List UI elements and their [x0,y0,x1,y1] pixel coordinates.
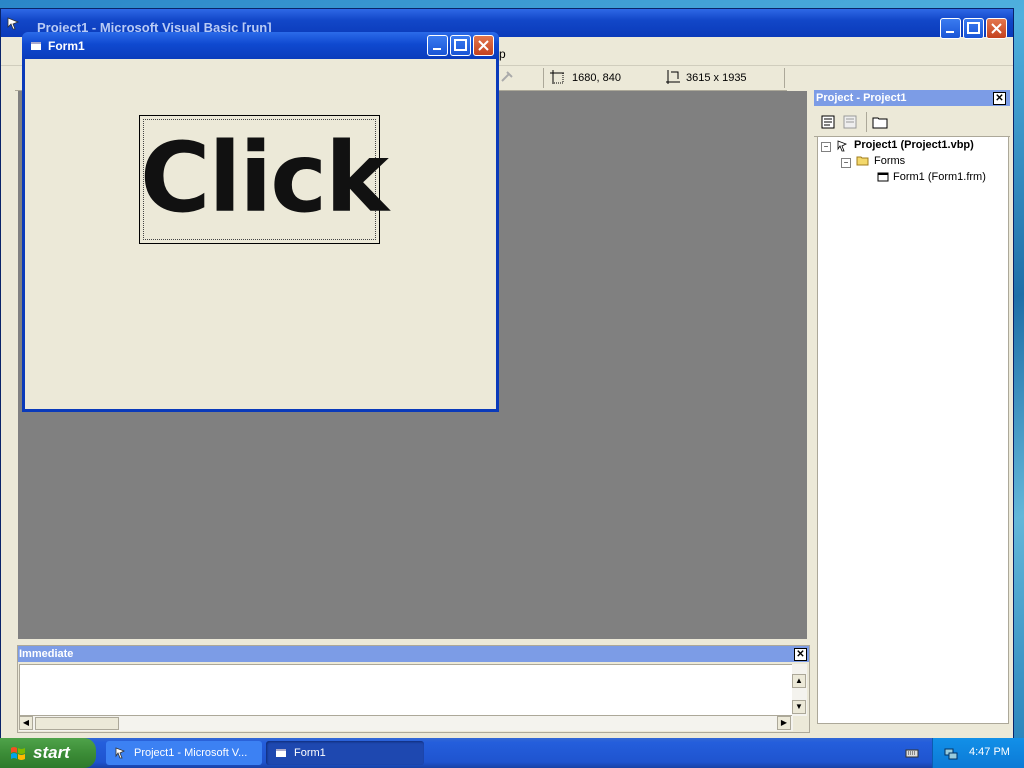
taskbar-item-vb[interactable]: Project1 - Microsoft V... [106,741,262,765]
form1-window: Form1 Click [22,32,499,412]
form-icon [31,42,41,50]
minimize-icon [946,31,954,33]
taskbar-item-label: Form1 [294,747,326,759]
start-label: start [33,743,70,762]
immediate-title: Immediate [18,646,809,662]
view-object-icon[interactable] [842,114,858,130]
minimize-icon [433,48,441,50]
click-button-label: Click [140,121,389,234]
ide-maximize-button[interactable] [963,18,984,39]
size-readout: 3615 x 1935 [686,72,747,84]
project-explorer-close-button[interactable]: ✕ [993,92,1006,105]
project-icon [837,140,847,152]
project-tree: − Project1 (Project1.vbp) − Forms Form1 … [817,136,1009,724]
toggle-folders-icon[interactable] [872,114,888,130]
tree-item-forms[interactable]: Forms [874,155,905,167]
taskbar-item-form1[interactable]: Form1 [266,741,424,765]
ide-minimize-button[interactable] [940,18,961,39]
form1-title: Form1 [48,39,85,53]
arrow-left-icon: ◀ [22,718,30,727]
close-icon [478,40,489,51]
folder-open-icon [856,156,869,166]
position-icon [550,70,564,84]
immediate-window: Immediate ✕ ▲ ▼ ◀ ▶ [17,645,810,733]
close-icon: ✕ [995,93,1004,104]
scroll-down-button[interactable]: ▼ [792,700,806,714]
taskbar-item-label: Project1 - Microsoft V... [134,747,248,759]
toolbar-separator [866,112,867,132]
vb-app-icon [115,747,125,759]
ide-close-button[interactable] [986,18,1007,39]
click-button[interactable]: Click [139,115,389,244]
form1-titlebar[interactable]: Form1 [22,32,499,59]
form1-minimize-button[interactable] [427,35,448,56]
toolbar-tool-icon[interactable] [499,69,515,85]
size-icon [666,70,680,84]
form1-maximize-button[interactable] [450,35,471,56]
windows-flag-icon [11,747,25,760]
form-icon [276,749,286,757]
project-explorer-title: Project - Project1 [814,90,1010,106]
scroll-up-button[interactable]: ▲ [792,674,806,688]
immediate-vscrollbar[interactable]: ▲ ▼ [792,664,807,716]
arrow-right-icon: ▶ [780,718,788,727]
position-readout: 1680, 840 [572,72,621,84]
immediate-close-button[interactable]: ✕ [794,648,807,661]
start-button[interactable]: start [0,738,96,768]
close-icon [991,23,1002,34]
scroll-right-button[interactable]: ▶ [777,716,791,730]
toolbar-separator [543,68,544,88]
tree-collapse-toggle[interactable]: − [821,142,831,152]
keyboard-icon[interactable] [905,747,919,759]
immediate-input[interactable] [19,664,793,716]
project-explorer-toolbar [814,108,1010,137]
maximize-icon [967,22,980,34]
form1-close-button[interactable] [473,35,494,56]
scroll-left-button[interactable]: ◀ [19,716,33,730]
project-explorer: Project - Project1 ✕ − Project1 (Project [814,90,1010,725]
network-icon[interactable] [943,745,959,761]
arrow-up-icon: ▲ [795,676,803,685]
clock[interactable]: 4:47 PM [969,746,1010,758]
tree-item-form1[interactable]: Form1 (Form1.frm) [893,171,986,183]
menu-item-help[interactable]: p [499,47,506,61]
vb-app-icon [7,17,20,30]
view-code-icon[interactable] [820,114,836,130]
immediate-hscrollbar[interactable]: ◀ ▶ [19,716,793,731]
close-icon: ✕ [796,649,805,660]
taskbar: start Project1 - Microsoft V... Form1 4:… [0,738,1024,768]
tree-item-project[interactable]: Project1 (Project1.vbp) [854,139,974,151]
arrow-down-icon: ▼ [795,702,803,711]
maximize-icon [454,39,467,51]
scroll-thumb[interactable] [35,717,119,730]
form1-client-area: Click [25,59,496,409]
toolbar-separator [784,68,785,88]
form-icon [877,172,889,182]
system-tray: 4:47 PM [932,738,1024,768]
tree-collapse-toggle[interactable]: − [841,158,851,168]
